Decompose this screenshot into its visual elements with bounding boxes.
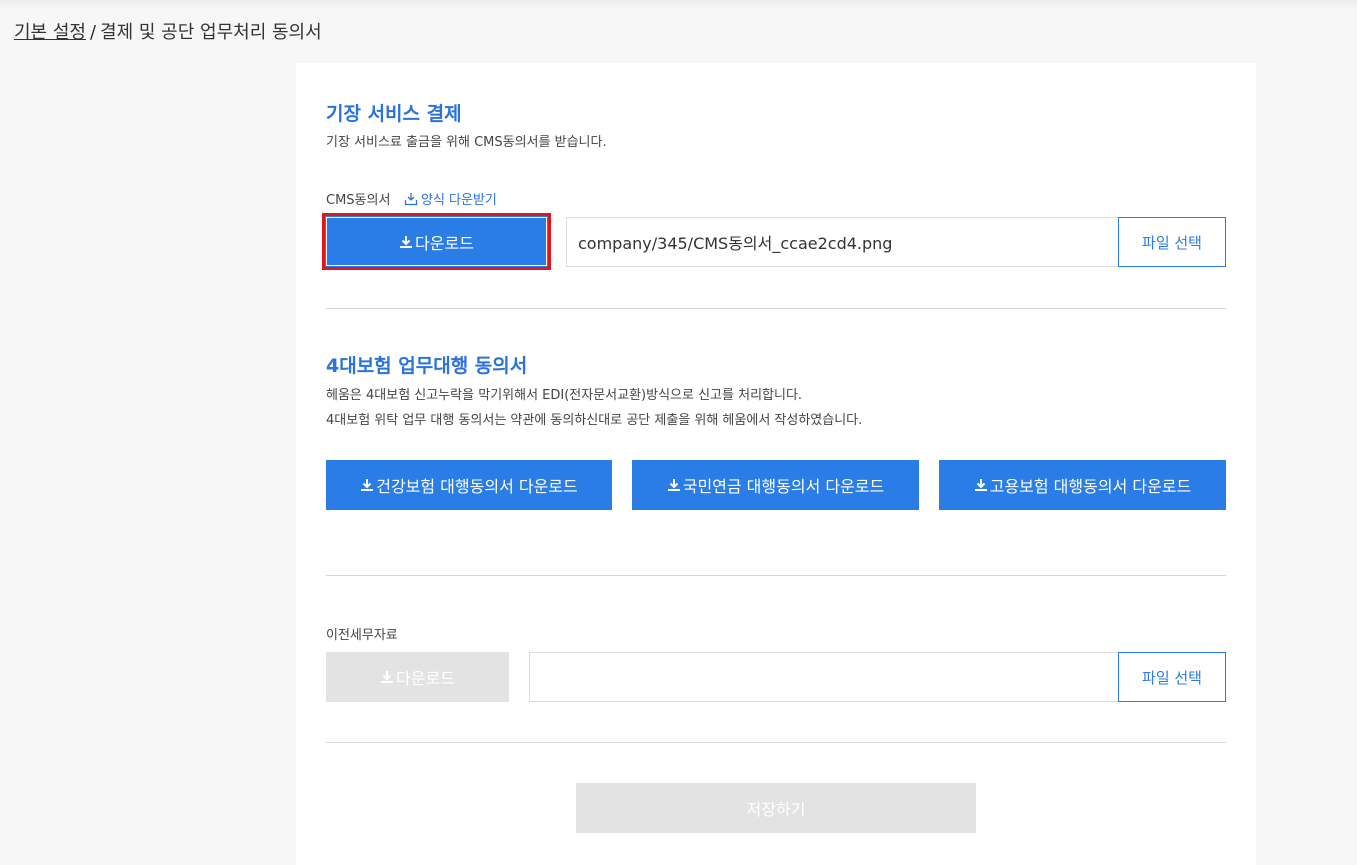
breadcrumb-parent-link[interactable]: 기본 설정 bbox=[14, 22, 86, 43]
cms-download-button[interactable]: 다운로드 bbox=[322, 213, 551, 270]
insurance-description-line-1: 헤움은 4대보험 신고누락을 막기위해서 EDI(전자문서교환)방식으로 신고를… bbox=[326, 388, 803, 403]
save-button: 저장하기 bbox=[576, 783, 976, 833]
cms-section-description: 기장 서비스료 출금을 위해 CMS동의서를 받습니다. bbox=[326, 135, 607, 150]
form-download-link-label: 양식 다운받기 bbox=[421, 193, 497, 208]
cms-file-select-button[interactable]: 파일 선택 bbox=[1118, 217, 1226, 267]
top-shadow bbox=[0, 0, 1357, 10]
insurance-section-title: 4대보험 업무대행 동의서 bbox=[326, 355, 528, 377]
download-icon bbox=[974, 479, 987, 491]
insurance-description-line-2: 4대보험 위탁 업무 대행 동의서는 약관에 동의하신대로 공단 제출을 위해 … bbox=[326, 413, 863, 428]
download-icon bbox=[361, 479, 374, 491]
tax-data-download-label: 다운로드 bbox=[396, 669, 455, 688]
breadcrumb-current: 결제 및 공단 업무처리 동의서 bbox=[100, 22, 322, 43]
employment-insurance-download-label: 고용보험 대행동의서 다운로드 bbox=[989, 477, 1192, 496]
cms-field-label: CMS동의서 bbox=[326, 193, 391, 208]
pension-download-button[interactable]: 국민연금 대행동의서 다운로드 bbox=[632, 460, 919, 510]
tax-data-field-label: 이전세무자료 bbox=[326, 628, 398, 643]
download-icon bbox=[667, 479, 680, 491]
form-download-link[interactable]: 양식 다운받기 bbox=[404, 189, 497, 208]
section-divider bbox=[326, 575, 1226, 576]
cms-section-title: 기장 서비스 결제 bbox=[326, 103, 462, 125]
download-icon bbox=[400, 235, 413, 248]
tax-data-download-button: 다운로드 bbox=[326, 652, 509, 702]
breadcrumb-separator: / bbox=[89, 22, 97, 43]
download-tray-icon bbox=[404, 193, 418, 206]
download-icon bbox=[381, 671, 394, 683]
tax-data-file-input[interactable] bbox=[529, 652, 1119, 702]
pension-download-label: 국민연금 대행동의서 다운로드 bbox=[682, 477, 885, 496]
health-insurance-download-label: 건강보험 대행동의서 다운로드 bbox=[376, 477, 578, 496]
health-insurance-download-button[interactable]: 건강보험 대행동의서 다운로드 bbox=[326, 460, 612, 510]
section-divider bbox=[326, 742, 1226, 743]
breadcrumb: 기본 설정 / 결제 및 공단 업무처리 동의서 bbox=[14, 18, 322, 44]
cms-file-input[interactable]: company/345/CMS동의서_ccae2cd4.png bbox=[566, 217, 1119, 267]
settings-card: 기장 서비스 결제 기장 서비스료 출금을 위해 CMS동의서를 받습니다. C… bbox=[296, 63, 1256, 865]
cms-download-label: 다운로드 bbox=[415, 233, 474, 253]
tax-data-file-select-button[interactable]: 파일 선택 bbox=[1118, 652, 1226, 702]
employment-insurance-download-button[interactable]: 고용보험 대행동의서 다운로드 bbox=[939, 460, 1226, 510]
section-divider bbox=[326, 308, 1226, 309]
